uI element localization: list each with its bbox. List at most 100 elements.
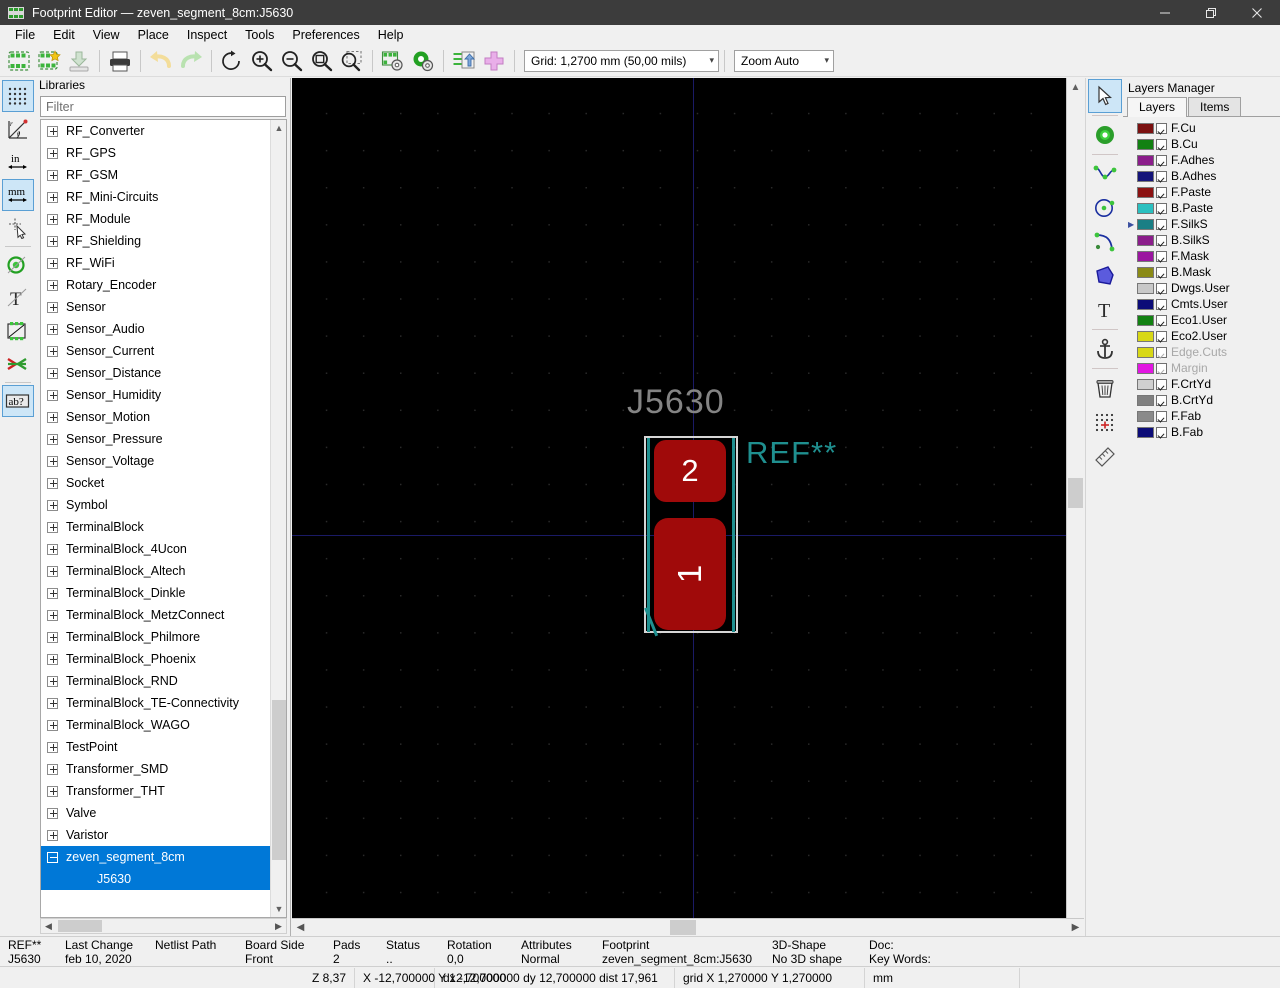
expand-icon[interactable] [47,280,58,291]
layer-color-swatch[interactable] [1137,251,1154,262]
layer-row[interactable]: Eco2.User [1123,328,1280,344]
scroll-up-icon[interactable]: ▲ [271,120,287,136]
layer-color-swatch[interactable] [1137,427,1154,438]
layer-color-swatch[interactable] [1137,411,1154,422]
layer-row[interactable]: B.Adhes [1123,168,1280,184]
canvas-horizontal-scrollbar[interactable]: ◀ ▶ [292,918,1084,936]
library-tree-item[interactable]: TerminalBlock_Dinkle [41,582,270,604]
expand-icon[interactable] [47,610,58,621]
layer-color-swatch[interactable] [1137,347,1154,358]
library-tree-item[interactable]: Transformer_THT [41,780,270,802]
library-tree-item[interactable]: TerminalBlock_4Ucon [41,538,270,560]
zoom-out-icon[interactable] [277,46,307,76]
expand-icon[interactable] [47,478,58,489]
collapse-icon[interactable] [47,852,58,863]
expand-icon[interactable] [47,742,58,753]
zoom-fit-icon[interactable] [307,46,337,76]
menu-place[interactable]: Place [129,26,178,44]
expand-icon[interactable] [47,126,58,137]
zoom-area-icon[interactable] [337,46,367,76]
layer-color-swatch[interactable] [1137,123,1154,134]
zoom-select[interactable]: Zoom Auto ▾ [734,50,834,72]
measure-tool-icon[interactable] [1089,440,1121,472]
expand-icon[interactable] [47,544,58,555]
layer-visibility-checkbox[interactable] [1156,299,1167,310]
footprint-reference-text[interactable]: REF** [746,435,837,471]
menu-edit[interactable]: Edit [44,26,84,44]
layer-visibility-checkbox[interactable] [1156,219,1167,230]
library-tree-item[interactable]: TerminalBlock_MetzConnect [41,604,270,626]
layer-visibility-checkbox[interactable] [1156,363,1167,374]
new-footprint-icon[interactable] [4,46,34,76]
layer-row[interactable]: Margin [1123,360,1280,376]
silkscreen-right-line[interactable] [732,438,735,632]
layer-color-swatch[interactable] [1137,187,1154,198]
expand-icon[interactable] [47,412,58,423]
layer-row[interactable]: B.Fab [1123,424,1280,440]
library-tree-item[interactable]: RF_GPS [41,142,270,164]
refresh-icon[interactable] [217,46,247,76]
polar-coordinates-icon[interactable]: r θ [3,114,33,144]
tab-layers[interactable]: Layers [1127,97,1187,117]
menu-inspect[interactable]: Inspect [178,26,236,44]
library-tree-item[interactable]: RF_GSM [41,164,270,186]
layer-visibility-checkbox[interactable] [1156,155,1167,166]
expand-icon[interactable] [47,390,58,401]
layer-color-swatch[interactable] [1137,363,1154,374]
layer-row[interactable]: Edge.Cuts [1123,344,1280,360]
menu-tools[interactable]: Tools [236,26,283,44]
layer-visibility-checkbox[interactable] [1156,411,1167,422]
pad-properties-icon[interactable] [408,46,438,76]
library-tree-item[interactable]: TerminalBlock_WAGO [41,714,270,736]
library-tree-item[interactable]: Sensor_Distance [41,362,270,384]
layer-row[interactable]: Eco1.User [1123,312,1280,328]
layer-visibility-checkbox[interactable] [1156,283,1167,294]
scroll-up-icon[interactable]: ▲ [1067,78,1084,96]
high-contrast-mode-icon[interactable] [3,349,33,379]
library-tree-item[interactable]: Transformer_SMD [41,758,270,780]
layer-row[interactable]: B.CrtYd [1123,392,1280,408]
expand-icon[interactable] [47,566,58,577]
footprint-properties-icon[interactable] [378,46,408,76]
library-tree-item[interactable]: Varistor [41,824,270,846]
scrollbar-thumb[interactable] [58,920,102,932]
layer-visibility-checkbox[interactable] [1156,379,1167,390]
layer-color-swatch[interactable] [1137,219,1154,230]
layer-color-swatch[interactable] [1137,379,1154,390]
library-tree-item[interactable]: Sensor_Current [41,340,270,362]
silkscreen-left-line[interactable] [647,438,650,632]
pad-1[interactable]: 1 [654,518,726,630]
expand-icon[interactable] [47,148,58,159]
layer-color-swatch[interactable] [1137,139,1154,150]
layer-row[interactable]: F.Mask [1123,248,1280,264]
layer-visibility-checkbox[interactable] [1156,123,1167,134]
library-tree-item[interactable]: Socket [41,472,270,494]
layer-visibility-checkbox[interactable] [1156,315,1167,326]
expand-icon[interactable] [47,786,58,797]
layer-visibility-checkbox[interactable] [1156,171,1167,182]
layer-row[interactable]: Cmts.User [1123,296,1280,312]
tab-items[interactable]: Items [1188,97,1241,116]
add-text-icon[interactable]: T [1089,294,1121,326]
expand-icon[interactable] [47,830,58,841]
layer-row[interactable]: ▶F.SilkS [1123,216,1280,232]
new-footprint-wizard-icon[interactable] [34,46,64,76]
scroll-left-icon[interactable]: ◀ [41,919,56,933]
pcb-canvas[interactable]: J5630 REF** 2 1 ▲ ▼ [292,78,1084,936]
cursor-shape-icon[interactable] [3,213,33,243]
library-tree-item[interactable]: TerminalBlock_TE-Connectivity [41,692,270,714]
units-inch-icon[interactable]: in [3,147,33,177]
canvas-vertical-scrollbar[interactable]: ▲ ▼ [1066,78,1084,936]
expand-icon[interactable] [47,588,58,599]
layer-row[interactable]: B.SilkS [1123,232,1280,248]
draw-arc-icon[interactable] [1089,226,1121,258]
scroll-right-icon[interactable]: ▶ [271,919,286,933]
scroll-right-icon[interactable]: ▶ [1067,919,1084,936]
layer-visibility-checkbox[interactable] [1156,251,1167,262]
expand-icon[interactable] [47,654,58,665]
expand-icon[interactable] [47,192,58,203]
library-tree-item[interactable]: zeven_segment_8cm [41,846,270,868]
menu-help[interactable]: Help [369,26,413,44]
library-tree-item[interactable]: Symbol [41,494,270,516]
library-tree-item[interactable]: TerminalBlock_Philmore [41,626,270,648]
